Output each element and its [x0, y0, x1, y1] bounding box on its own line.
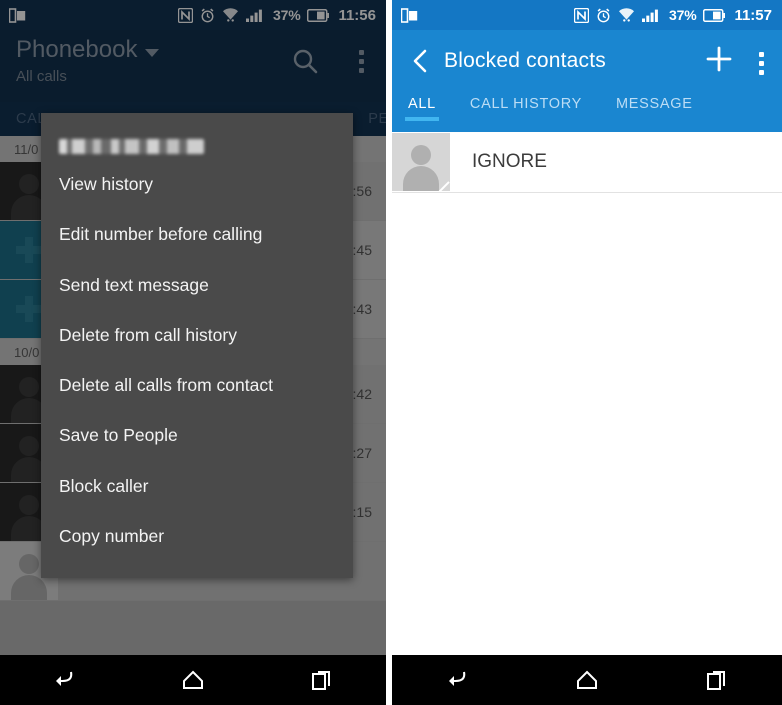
right-overflow-button[interactable]: [759, 48, 764, 75]
back-button[interactable]: [427, 660, 487, 700]
back-button[interactable]: [406, 46, 436, 76]
menu-item-block-caller[interactable]: Block caller: [41, 462, 353, 512]
right-status-bar: 37% 11:57: [392, 0, 782, 30]
home-button[interactable]: [163, 660, 223, 700]
redacted-phone-number: [59, 139, 204, 154]
blocked-contact-name: IGNORE: [472, 151, 547, 172]
dual-screenshot-container: 37% 11:56 Phonebook All calls CALL PE 11…: [0, 0, 782, 705]
context-menu[interactable]: View history Edit number before calling …: [41, 113, 353, 578]
alarm-icon: [597, 8, 610, 22]
menu-item-save-to-people[interactable]: Save to People: [41, 411, 353, 461]
back-button[interactable]: [34, 660, 94, 700]
battery-percent-label: 37%: [669, 7, 697, 23]
tab-all[interactable]: ALL: [405, 92, 439, 121]
menu-item-delete-all-calls-from-contact[interactable]: Delete all calls from contact: [41, 361, 353, 411]
tab-message[interactable]: MESSAGE: [616, 92, 693, 121]
home-icon: [182, 670, 203, 689]
plus-icon: [706, 46, 732, 71]
avatar: [392, 133, 450, 191]
right-phone-screen: 37% 11:57 Blocked contacts ALL CALL HIST…: [392, 0, 782, 705]
overflow-menu-icon: [759, 48, 764, 75]
menu-item-send-text-message[interactable]: Send text message: [41, 261, 353, 311]
back-icon: [56, 671, 73, 686]
recents-button[interactable]: [687, 660, 747, 700]
menu-item-copy-number[interactable]: Copy number: [41, 512, 353, 562]
blocked-contacts-list[interactable]: IGNORE: [392, 132, 782, 655]
right-tab-bar[interactable]: ALL CALL HISTORY MESSAGE: [392, 92, 782, 132]
blocked-contacts-header: Blocked contacts: [392, 30, 782, 92]
signal-icon: [642, 9, 658, 22]
right-navigation-bar[interactable]: [392, 655, 782, 705]
home-icon: [577, 670, 597, 689]
recents-icon: [707, 671, 725, 690]
tab-call-history[interactable]: CALL HISTORY: [470, 92, 582, 121]
left-navigation-bar[interactable]: [0, 655, 386, 705]
recents-button[interactable]: [292, 660, 352, 700]
context-menu-header: [41, 127, 353, 160]
left-phone-screen: 37% 11:56 Phonebook All calls CALL PE 11…: [0, 0, 386, 705]
add-blocked-contact-button[interactable]: [705, 45, 733, 78]
back-icon: [449, 671, 466, 686]
dual-window-icon: [401, 7, 418, 23]
list-item[interactable]: IGNORE: [392, 132, 782, 193]
menu-item-view-history[interactable]: View history: [41, 160, 353, 210]
menu-item-edit-number-before-calling[interactable]: Edit number before calling: [41, 210, 353, 260]
battery-icon: [703, 8, 726, 22]
wifi-icon: [619, 8, 635, 22]
recents-icon: [311, 671, 330, 690]
page-title: Blocked contacts: [444, 49, 606, 72]
status-clock: 11:57: [734, 6, 772, 24]
back-chevron-icon: [413, 49, 427, 73]
home-button[interactable]: [557, 660, 617, 700]
nfc-icon: [574, 7, 590, 23]
menu-item-delete-from-call-history[interactable]: Delete from call history: [41, 311, 353, 361]
